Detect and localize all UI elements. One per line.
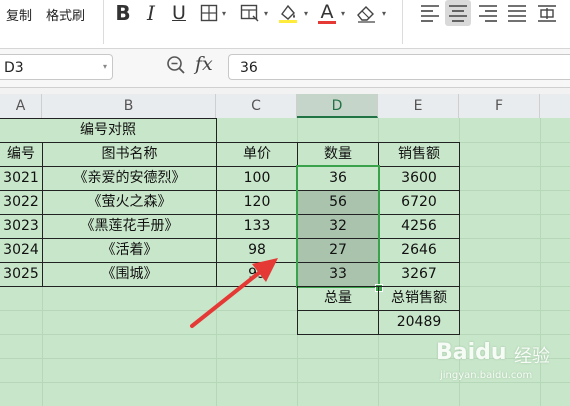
- total-qty-label[interactable]: 总量: [297, 286, 379, 311]
- cell-id[interactable]: 3021: [0, 166, 43, 191]
- gridline: [0, 334, 570, 335]
- formula-input[interactable]: 36: [228, 54, 570, 80]
- column-header-a[interactable]: A: [0, 94, 42, 118]
- total-sales-value[interactable]: 20489: [378, 310, 460, 335]
- formula-bar: D3 ▾ fx 36: [0, 49, 570, 88]
- annotation-arrow-icon: [190, 258, 278, 328]
- cell-id[interactable]: 3025: [0, 262, 43, 287]
- font-color-dropdown-icon[interactable]: ▾: [341, 9, 345, 18]
- cell-sales[interactable]: 6720: [378, 190, 460, 215]
- baidu-jingyan-watermark: Baidu 经验 jingyan.baidu.com: [436, 338, 566, 404]
- merge-cells-icon[interactable]: [238, 0, 262, 26]
- font-color-icon: A: [320, 0, 334, 23]
- underline-button[interactable]: U: [168, 0, 190, 26]
- cell-price[interactable]: 133: [216, 214, 298, 239]
- borders-dropdown-icon[interactable]: ▾: [222, 9, 226, 18]
- italic-button[interactable]: I: [141, 0, 161, 26]
- name-box-dropdown-icon[interactable]: ▾: [103, 62, 107, 71]
- borders-icon[interactable]: [198, 0, 220, 26]
- ribbon-toolbar: 复制 格式刷 B I U ▾ ▾ ▾ A ▾ ▾: [0, 0, 570, 49]
- cell-sales[interactable]: 3600: [378, 166, 460, 191]
- cell-sales[interactable]: 2646: [378, 238, 460, 263]
- copy-button[interactable]: 复制: [6, 5, 32, 24]
- eraser-icon[interactable]: [354, 0, 378, 26]
- column-header-g[interactable]: [540, 94, 570, 118]
- column-header-f[interactable]: F: [459, 94, 540, 118]
- formula-value: 36: [240, 60, 258, 76]
- align-center-icon[interactable]: [445, 0, 471, 26]
- header-cell-qty[interactable]: 数量: [297, 142, 379, 167]
- format-painter-button[interactable]: 格式刷: [46, 5, 85, 24]
- align-right-icon[interactable]: [476, 0, 500, 26]
- total-qty-value[interactable]: [297, 310, 379, 335]
- cell-id[interactable]: 3023: [0, 214, 43, 239]
- cell-id[interactable]: 3024: [0, 238, 43, 263]
- merge-dropdown-icon[interactable]: ▾: [264, 9, 268, 18]
- fill-color-dropdown-icon[interactable]: ▾: [304, 9, 308, 18]
- fill-color-icon[interactable]: [276, 0, 300, 26]
- cell-title[interactable]: 《亲爱的安德烈》: [42, 166, 217, 191]
- distributed-align-icon[interactable]: [535, 0, 559, 26]
- toolbar-divider: [103, 0, 104, 44]
- cell-price[interactable]: 120: [216, 190, 298, 215]
- cell-sales[interactable]: 4256: [378, 214, 460, 239]
- cell-title[interactable]: 《萤火之森》: [42, 190, 217, 215]
- watermark-brand: Baidu: [436, 340, 507, 365]
- zoom-search-icon[interactable]: [166, 55, 186, 79]
- cell-id[interactable]: 3022: [0, 190, 43, 215]
- bold-button[interactable]: B: [112, 0, 134, 26]
- header-cell-id[interactable]: 编号: [0, 142, 43, 167]
- table-title-cell[interactable]: 编号对照: [0, 118, 217, 143]
- column-header-d[interactable]: D: [297, 94, 378, 118]
- clear-dropdown-icon[interactable]: ▾: [382, 9, 386, 18]
- fx-icon[interactable]: fx: [195, 53, 213, 75]
- watermark-brand-cn: 经验: [514, 346, 550, 367]
- cell-sales[interactable]: 3267: [378, 262, 460, 287]
- cell-title[interactable]: 《黑莲花手册》: [42, 214, 217, 239]
- name-box[interactable]: D3 ▾: [0, 54, 113, 80]
- column-header-b[interactable]: B: [42, 94, 216, 118]
- header-cell-title[interactable]: 图书名称: [42, 142, 217, 167]
- watermark-url: jingyan.baidu.com: [440, 370, 533, 381]
- font-color-swatch: [318, 20, 336, 24]
- column-header-e[interactable]: E: [378, 94, 459, 118]
- align-left-icon[interactable]: [418, 0, 442, 26]
- toolbar-divider: [402, 0, 403, 44]
- column-header-c[interactable]: C: [216, 94, 297, 118]
- column-header-bar: A B C D E F: [0, 94, 570, 119]
- header-cell-sales[interactable]: 销售额: [378, 142, 460, 167]
- total-sales-label[interactable]: 总销售额: [378, 286, 460, 311]
- cell-price[interactable]: 100: [216, 166, 298, 191]
- justify-icon[interactable]: [505, 0, 529, 26]
- font-color-button[interactable]: A: [316, 0, 338, 26]
- selection-range: [296, 165, 380, 288]
- name-box-value: D3: [4, 60, 24, 76]
- header-cell-price[interactable]: 单价: [216, 142, 298, 167]
- table-title: 编号对照: [80, 122, 136, 138]
